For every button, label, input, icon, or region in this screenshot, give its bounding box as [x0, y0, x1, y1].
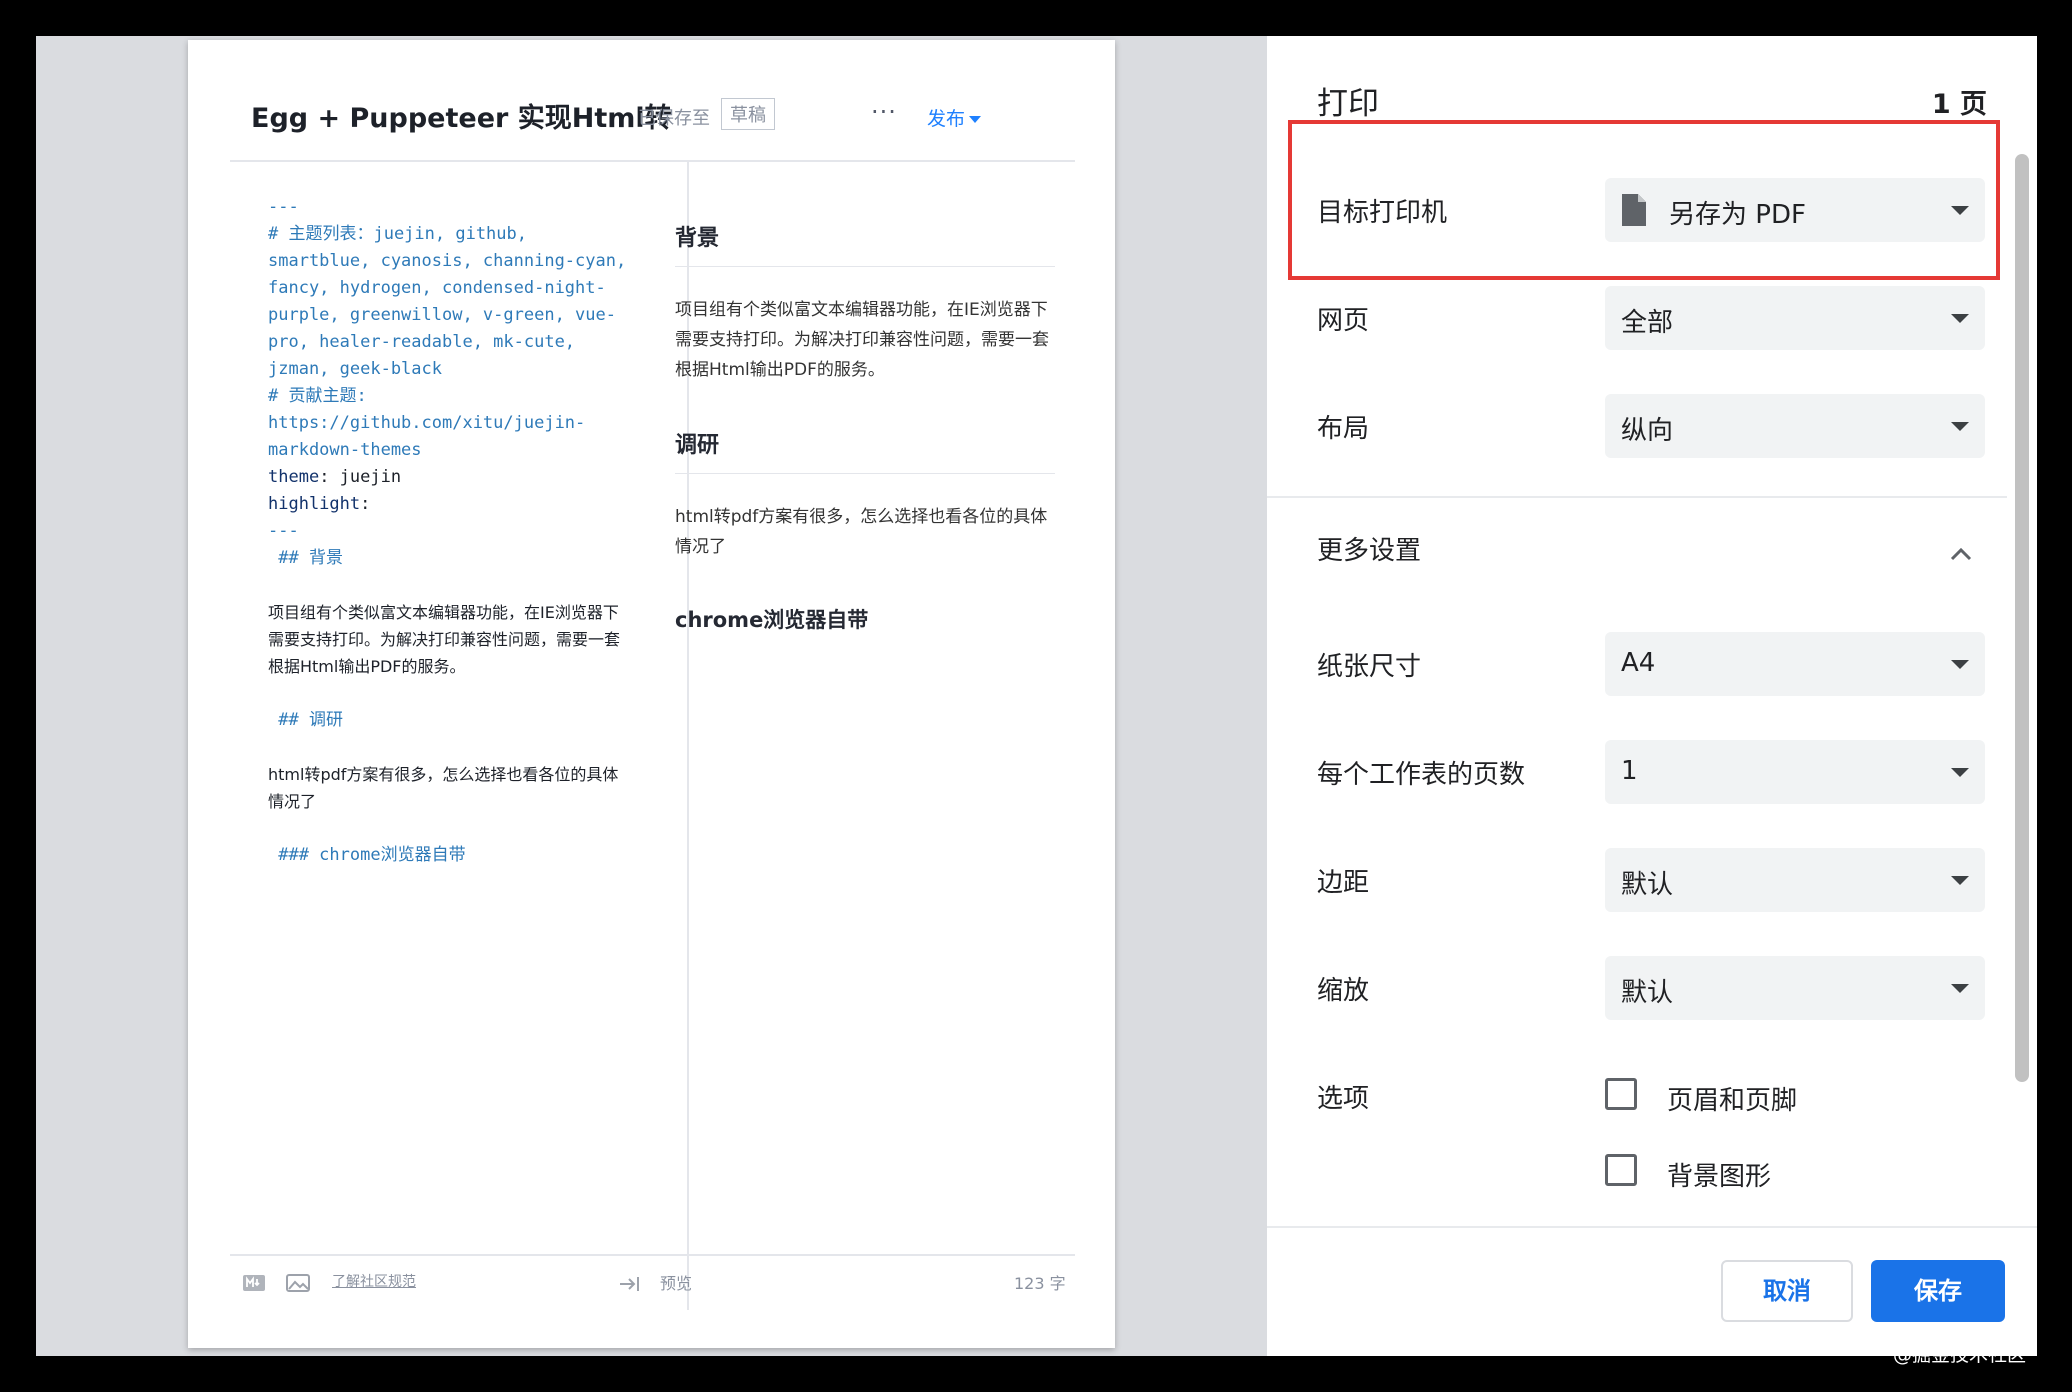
md-line: # 贡献主题:	[268, 386, 367, 406]
pages-value: 全部	[1621, 308, 1674, 338]
paper-size-select[interactable]: A4	[1605, 632, 1985, 696]
md-theme-key: theme	[268, 467, 320, 487]
background-graphics-checkbox[interactable]	[1605, 1154, 1637, 1186]
md-theme-line: theme: juejin	[268, 467, 402, 487]
markdown-icon[interactable]	[242, 1272, 266, 1294]
word-count: 123 字	[1014, 1274, 1066, 1293]
layout-value: 纵向	[1621, 416, 1674, 446]
md-heading: ### chrome浏览器自带	[268, 845, 466, 865]
md-line: # 主题列表：juejin, github,	[268, 224, 527, 244]
chevron-up-icon[interactable]	[1949, 546, 1973, 562]
dropdown-arrow-icon	[1951, 876, 1969, 885]
md-line: jzman, geek-black	[268, 359, 442, 379]
preview-heading: 背景	[675, 220, 1055, 267]
md-line: ---	[268, 521, 299, 541]
scale-label: 缩放	[1317, 976, 1370, 1006]
layout-label: 布局	[1317, 414, 1370, 444]
publish-button[interactable]: 发布	[927, 104, 982, 131]
image-icon[interactable]	[286, 1272, 310, 1294]
sync-scroll-icon[interactable]	[618, 1274, 642, 1294]
md-line: pro, healer-readable, mk-cute,	[268, 332, 576, 352]
md-line: https://github.com/xitu/juejin-	[268, 413, 586, 433]
md-paragraph: 项目组有个类似富文本编辑器功能，在IE浏览器下需要支持打印。为解决打印兼容性问题…	[268, 603, 621, 676]
headers-footers-label[interactable]: 页眉和页脚	[1667, 1080, 1797, 1117]
dropdown-arrow-icon	[1951, 660, 1969, 669]
pages-per-sheet-select[interactable]: 1	[1605, 740, 1985, 804]
section-divider	[1267, 496, 2007, 498]
scale-select[interactable]: 默认	[1605, 956, 1985, 1020]
md-heading: ## 调研	[268, 710, 343, 730]
document-title[interactable]: Egg + Puppeteer 实现Html转	[251, 96, 672, 135]
preview-label: 预览	[660, 1274, 693, 1293]
scale-value: 默认	[1621, 978, 1674, 1008]
more-menu-button[interactable]: ···	[871, 98, 897, 126]
dropdown-arrow-icon	[1951, 422, 1969, 431]
md-heading: ## 背景	[268, 548, 343, 568]
pages-per-sheet-value: 1	[1621, 756, 1638, 786]
md-paragraph: html转pdf方案有很多，怎么选择也看各位的具体情况了	[268, 765, 619, 811]
md-line: purple, greenwillow, v-green, vue-	[268, 305, 616, 325]
preview-subheading: chrome浏览器自带	[675, 608, 869, 632]
community-guidelines-link[interactable]: 了解社区规范	[332, 1271, 416, 1291]
page-count: 1 页	[1931, 89, 1987, 120]
markdown-editor[interactable]: --- # 主题列表：juejin, github, smartblue, cy…	[268, 194, 628, 869]
print-preview-area: Egg + Puppeteer 实现Html转 已保存至 草稿 ··· 发布 -…	[36, 36, 1267, 1356]
rendered-preview: 背景 项目组有个类似富文本编辑器功能，在IE浏览器下需要支持打印。为解决打印兼容…	[675, 220, 1055, 634]
dropdown-arrow-icon	[1951, 984, 1969, 993]
draft-link[interactable]: 草稿	[721, 98, 775, 130]
pages-select[interactable]: 全部	[1605, 286, 1985, 350]
paper-size-label: 纸张尺寸	[1317, 652, 1422, 682]
md-line: smartblue, cyanosis, channing-cyan,	[268, 251, 627, 271]
pages-per-sheet-label: 每个工作表的页数	[1317, 760, 1526, 790]
md-line: ---	[268, 197, 299, 217]
saved-status: 已保存至	[638, 108, 710, 129]
footer-divider	[1267, 1226, 2037, 1228]
publish-label: 发布	[927, 108, 966, 130]
md-theme-value: juejin	[329, 467, 402, 487]
dropdown-arrow-icon	[1951, 768, 1969, 777]
md-highlight-line: highlight:	[268, 494, 371, 514]
md-line: fancy, hydrogen, condensed-night-	[268, 278, 606, 298]
caret-down-icon	[969, 116, 982, 123]
margins-value: 默认	[1621, 870, 1674, 900]
background-graphics-label[interactable]: 背景图形	[1667, 1156, 1771, 1193]
layout-select[interactable]: 纵向	[1605, 394, 1985, 458]
headers-footers-checkbox[interactable]	[1605, 1078, 1637, 1110]
md-highlight-key: highlight	[268, 494, 361, 514]
settings-scrollbar[interactable]	[2015, 154, 2029, 1082]
preview-paragraph: 项目组有个类似富文本编辑器功能，在IE浏览器下需要支持打印。为解决打印兼容性问题…	[675, 300, 1049, 380]
dropdown-arrow-icon	[1951, 314, 1969, 323]
preview-heading: 调研	[675, 427, 1055, 474]
save-button[interactable]: 保存	[1871, 1260, 2005, 1322]
editor-header: Egg + Puppeteer 实现Html转 已保存至 草稿 ··· 发布	[251, 96, 1096, 152]
margins-label: 边距	[1317, 868, 1370, 898]
md-line: markdown-themes	[268, 440, 422, 460]
print-title: 打印	[1317, 86, 1379, 122]
more-settings-toggle[interactable]: 更多设置	[1317, 530, 1421, 567]
header-divider	[230, 160, 1075, 162]
cancel-button[interactable]: 取消	[1721, 1260, 1853, 1322]
preview-page: Egg + Puppeteer 实现Html转 已保存至 草稿 ··· 发布 -…	[188, 40, 1115, 1348]
destination-highlight-box	[1288, 120, 2000, 280]
pages-label: 网页	[1317, 306, 1370, 336]
footer-divider	[230, 1254, 1075, 1256]
paper-size-value: A4	[1621, 648, 1656, 678]
options-label: 选项	[1317, 1084, 1370, 1114]
margins-select[interactable]: 默认	[1605, 848, 1985, 912]
preview-paragraph: html转pdf方案有很多，怎么选择也看各位的具体情况了	[675, 507, 1048, 557]
watermark: @掘金技术社区	[1893, 1344, 2027, 1366]
